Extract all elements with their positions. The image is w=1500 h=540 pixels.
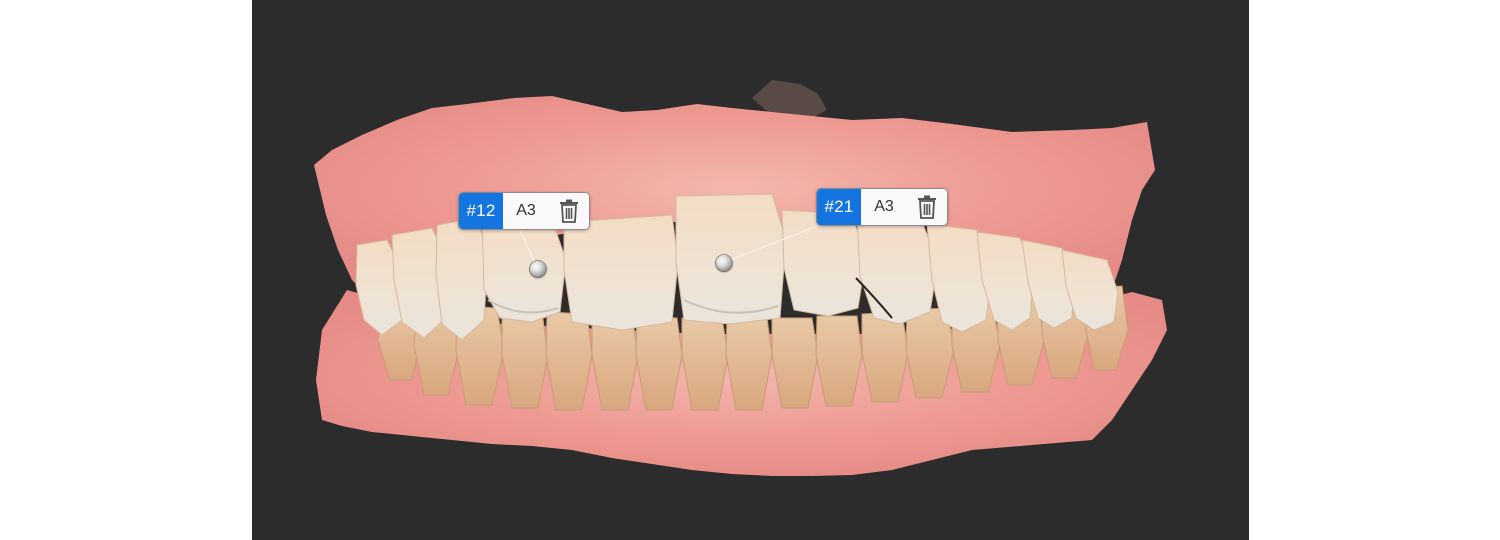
dental-scan-model[interactable] xyxy=(252,0,1249,540)
shade-value[interactable]: A3 xyxy=(861,189,907,225)
tooth-marker-21[interactable] xyxy=(716,255,732,271)
tooth-marker-12[interactable] xyxy=(530,261,546,277)
tooth-number-badge[interactable]: #21 xyxy=(817,189,861,225)
delete-annotation-button[interactable] xyxy=(549,193,589,229)
delete-annotation-button[interactable] xyxy=(907,189,947,225)
shade-value[interactable]: A3 xyxy=(503,193,549,229)
tooth-annotation-21[interactable]: #21 A3 xyxy=(816,188,948,226)
trash-icon xyxy=(560,199,578,223)
tooth-number-badge[interactable]: #12 xyxy=(459,193,503,229)
tooth-annotation-12[interactable]: #12 A3 xyxy=(458,192,590,230)
trash-icon xyxy=(918,195,936,219)
tooth-12 xyxy=(481,217,567,323)
3d-scan-viewport[interactable]: #12 A3 #21 A3 xyxy=(252,0,1249,540)
